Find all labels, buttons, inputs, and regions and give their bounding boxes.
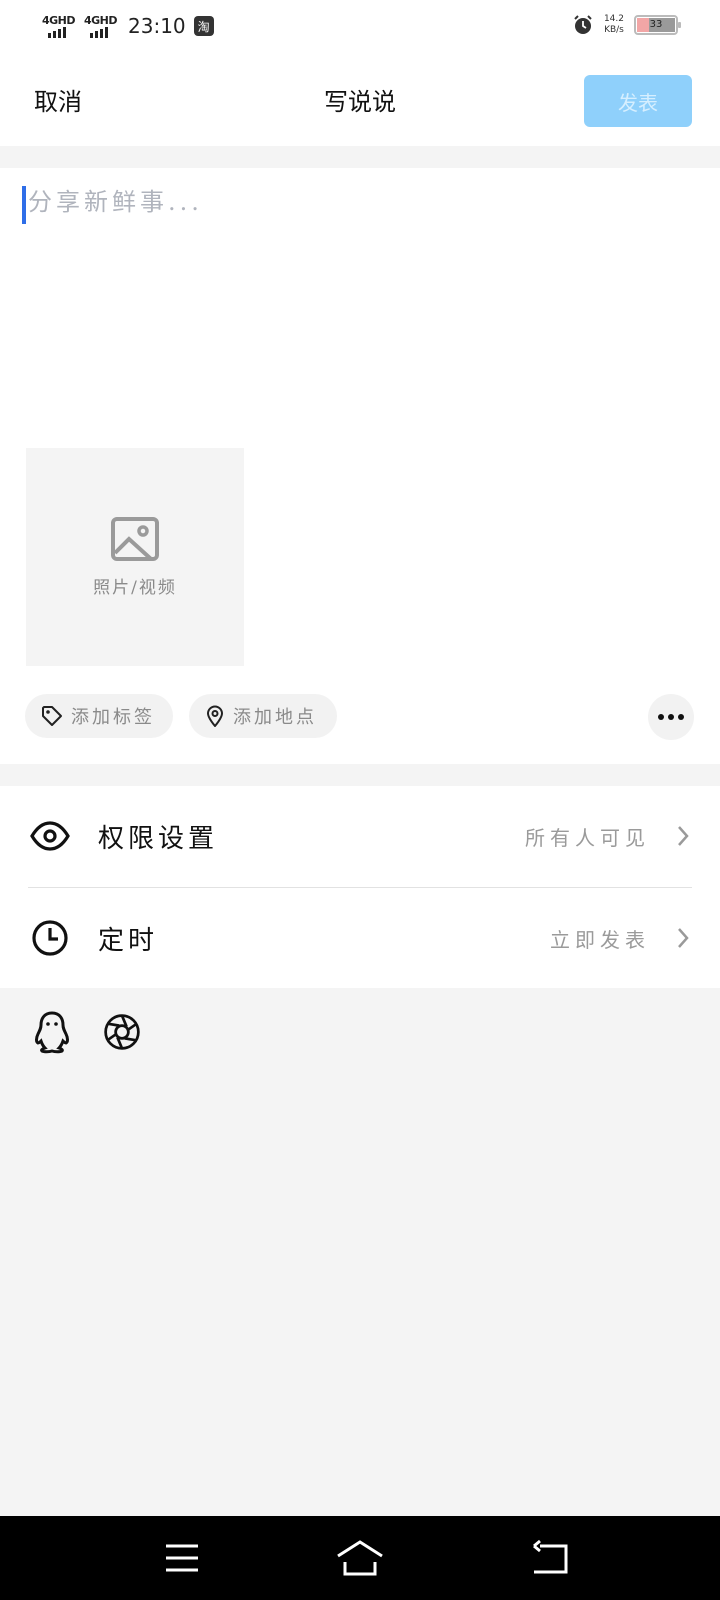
home-icon[interactable] bbox=[335, 1538, 385, 1578]
schedule-value: 立即发表 bbox=[550, 928, 650, 952]
more-options-button[interactable] bbox=[648, 694, 694, 740]
add-location-button[interactable]: 添加地点 bbox=[189, 694, 337, 738]
add-location-label: 添加地点 bbox=[233, 707, 317, 728]
header-bar: 取消 写说说 发表 bbox=[0, 56, 720, 146]
network-speed: 14.2 KB/s bbox=[604, 14, 624, 36]
compose-card: 照片/视频 添加标签 添加地点 bbox=[0, 168, 720, 764]
settings-list: 权限设置 所有人可见 定时 立即发表 bbox=[0, 786, 720, 988]
eye-icon bbox=[30, 821, 70, 851]
clock: 23:10 bbox=[128, 14, 186, 38]
back-icon[interactable] bbox=[530, 1538, 570, 1578]
taobao-notification-icon: 淘 bbox=[193, 16, 214, 36]
more-dot-icon bbox=[658, 714, 664, 720]
tag-icon bbox=[42, 706, 62, 726]
image-icon bbox=[111, 516, 159, 561]
text-cursor bbox=[22, 186, 26, 224]
schedule-setting-row[interactable]: 定时 立即发表 bbox=[0, 888, 720, 988]
signal-label-2: 4GHD bbox=[84, 14, 118, 27]
status-bar: 4GHD 4GHD 23:10 淘 14.2 KB/s 33 bbox=[0, 0, 720, 56]
permission-value: 所有人可见 bbox=[525, 826, 650, 850]
qq-icon[interactable] bbox=[32, 1010, 72, 1054]
more-dot-icon bbox=[678, 714, 684, 720]
add-media-button[interactable]: 照片/视频 bbox=[26, 448, 244, 666]
menu-icon[interactable] bbox=[162, 1538, 202, 1578]
post-content-input[interactable] bbox=[28, 182, 688, 402]
permission-setting-row[interactable]: 权限设置 所有人可见 bbox=[0, 786, 720, 886]
network-speed-unit: KB/s bbox=[604, 25, 624, 35]
publish-button[interactable]: 发表 bbox=[584, 75, 692, 127]
add-media-label: 照片/视频 bbox=[93, 577, 177, 598]
signal-icon-2: 4GHD bbox=[84, 12, 118, 40]
signal-label: 4GHD bbox=[42, 14, 76, 27]
more-dot-icon bbox=[668, 714, 674, 720]
shutter-icon[interactable] bbox=[102, 1010, 142, 1054]
permission-label: 权限设置 bbox=[98, 824, 219, 854]
battery-level: 33 bbox=[649, 19, 663, 30]
chevron-right-icon bbox=[678, 826, 689, 846]
location-pin-icon bbox=[206, 705, 224, 727]
signal-icon: 4GHD bbox=[42, 12, 76, 40]
share-targets bbox=[32, 1010, 142, 1054]
clock-icon bbox=[32, 920, 68, 956]
chevron-right-icon bbox=[678, 928, 689, 948]
battery-icon: 33 bbox=[634, 15, 681, 35]
schedule-label: 定时 bbox=[98, 926, 159, 956]
system-navigation-bar bbox=[0, 1516, 720, 1600]
add-tag-button[interactable]: 添加标签 bbox=[25, 694, 173, 738]
network-speed-value: 14.2 bbox=[603, 14, 624, 24]
add-tag-label: 添加标签 bbox=[71, 707, 155, 728]
alarm-icon bbox=[574, 15, 592, 34]
